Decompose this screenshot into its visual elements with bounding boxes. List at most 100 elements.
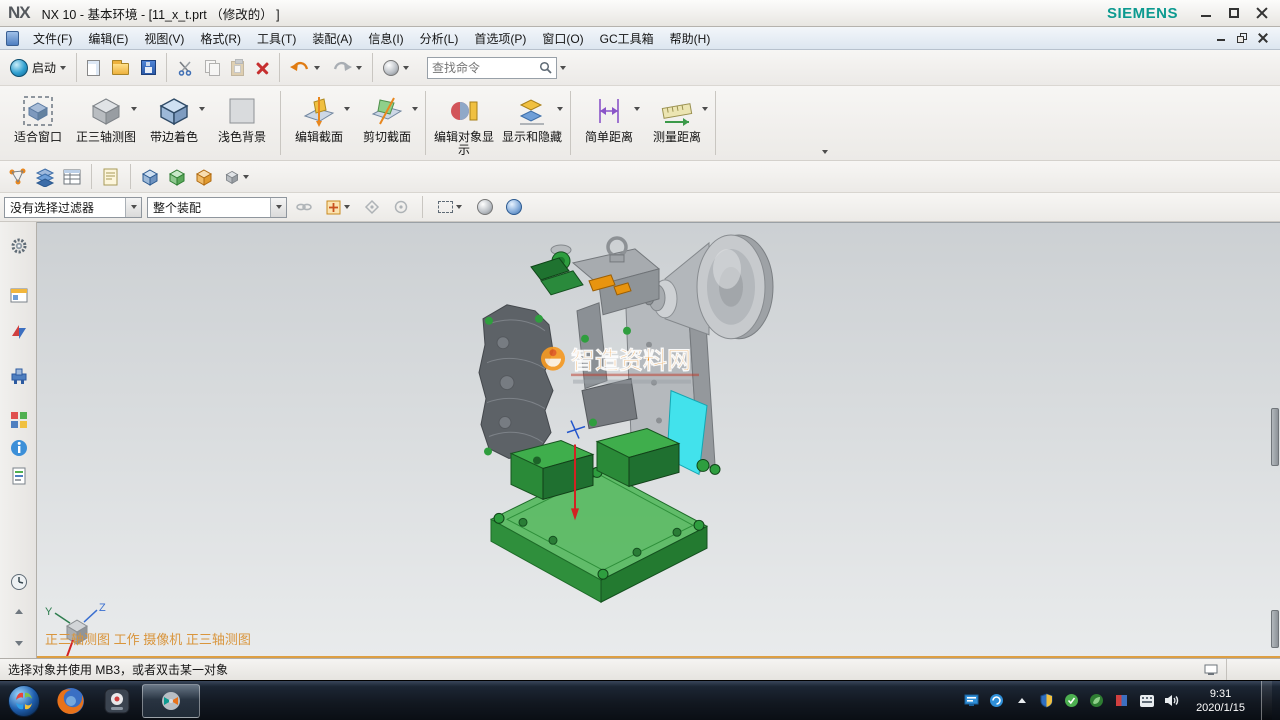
paste-button[interactable] [225,54,250,81]
nx-taskbar-button[interactable] [142,684,200,718]
redo-button[interactable] [326,54,368,81]
3d-model-canvas[interactable]: 智造资料网 Y Z [37,223,1280,656]
component-dropdown-button[interactable] [219,165,253,189]
taskbar-clock[interactable]: 9:31 2020/1/15 [1188,687,1253,715]
copy-button[interactable] [199,54,225,81]
web-browser-button[interactable] [7,436,30,459]
find-in-navigator-button[interactable] [292,195,316,219]
constraint-navigator-button[interactable] [7,320,30,343]
save-button[interactable] [135,54,162,81]
model-clamp-screw[interactable] [697,459,709,471]
volume-icon[interactable] [1163,692,1180,709]
menu-window[interactable]: 窗口(O) [534,27,591,50]
internet-explorer-button[interactable] [7,464,30,487]
antivirus-status-icon[interactable] [1063,692,1080,709]
measure-distance-button[interactable]: 测量距离 [643,88,711,158]
scroll-down-button[interactable] [7,632,30,655]
toolbar-options-icon[interactable] [822,150,828,154]
new-file-button[interactable] [81,54,106,81]
rectangle-select-button[interactable] [432,195,468,219]
child-close-icon[interactable] [1258,33,1268,43]
eco-green-icon[interactable] [1088,692,1105,709]
snap-endpoint-button[interactable] [389,195,413,219]
menu-file[interactable]: 文件(F) [25,27,80,50]
move-component-button[interactable] [138,165,162,189]
fit-window-button[interactable]: 适合窗口 [4,88,72,158]
assembly-navigator-button[interactable] [7,284,30,307]
search-input[interactable] [432,61,535,75]
light-background-button[interactable]: 浅色背景 [208,88,276,158]
menu-analysis[interactable]: 分析(L) [412,27,467,50]
sync-flag-icon[interactable] [1113,692,1130,709]
assembly-navigator-grid-button[interactable] [60,165,84,189]
highlight-shaded-button[interactable] [473,195,497,219]
snap-midpoint-button[interactable] [360,195,384,219]
open-button[interactable] [106,54,135,81]
edit-section-button[interactable]: 编辑截面 [285,88,353,158]
scroll-up-button[interactable] [7,600,30,623]
security-shield-icon[interactable] [1038,692,1055,709]
menu-preferences[interactable]: 首选项(P) [466,27,534,50]
input-method-icon[interactable] [1138,692,1155,709]
assemble-component-button[interactable] [165,165,189,189]
maximize-icon[interactable] [1228,7,1240,19]
cut-button[interactable] [171,54,199,81]
delete-button[interactable] [250,54,275,81]
child-minimize-icon[interactable] [1216,33,1226,43]
clock-time: 9:31 [1196,687,1245,701]
report-button[interactable] [99,165,123,189]
separator [279,53,280,82]
view-options-button[interactable] [377,54,415,81]
snap-point-button[interactable] [321,195,355,219]
scrollbar-thumb[interactable] [1271,610,1279,648]
assembly-constraints-button[interactable] [6,165,30,189]
model-engine-casting[interactable] [479,305,553,459]
hidden-icons-button[interactable] [1013,692,1030,709]
model-top-clamp[interactable] [531,238,659,315]
scrollbar-thumb[interactable] [1271,408,1279,466]
combo-drop-button[interactable] [125,198,141,217]
menu-view[interactable]: 视图(V) [136,27,192,50]
combo-drop-button[interactable] [270,198,286,217]
edit-object-display-button[interactable]: 编辑对象显示 [430,88,498,158]
separator [166,53,167,82]
history-palette-button[interactable] [7,570,30,593]
show-desktop-button[interactable] [1261,681,1272,720]
roles-button[interactable] [7,234,30,257]
menu-gc-toolbox[interactable]: GC工具箱 [592,27,662,50]
menu-tools[interactable]: 工具(T) [249,27,304,50]
undo-button[interactable] [284,54,326,81]
show-hide-button[interactable]: 显示和隐藏 [498,88,566,158]
shaded-with-edges-button[interactable]: 带边着色 [140,88,208,158]
search-box[interactable] [427,57,557,79]
child-restore-icon[interactable] [1237,33,1247,43]
part-navigator-button[interactable] [7,364,30,387]
graphics-viewport[interactable]: 智造资料网 Y Z 正三轴测图 工作 摄像机 正三轴测图 [37,222,1280,658]
tray-browser-icon[interactable] [988,692,1005,709]
menu-format[interactable]: 格式(R) [192,27,249,50]
close-icon[interactable] [1256,7,1268,19]
trimetric-view-button[interactable]: 正三轴测图 [72,88,140,158]
tray-app-icon[interactable] [963,692,980,709]
constraint-network-icon [8,167,28,187]
model-clamp-screw[interactable] [710,464,720,474]
menu-assemblies[interactable]: 装配(A) [304,27,360,50]
diamond-point-icon [364,199,380,215]
highlight-wireframe-button[interactable] [502,195,526,219]
start-orb-button[interactable] [2,682,46,720]
pinned-app-button[interactable] [96,684,138,718]
firefox-taskbar-button[interactable] [50,684,92,718]
selection-scope-combo[interactable]: 整个装配 [147,197,287,218]
layers-button[interactable] [33,165,57,189]
clip-section-button[interactable]: 剪切截面 [353,88,421,158]
window-grid-icon[interactable] [1204,664,1218,676]
pattern-component-button[interactable] [192,165,216,189]
start-menu-button[interactable]: 启动 [4,54,72,81]
minimize-icon[interactable] [1200,7,1212,19]
menu-edit[interactable]: 编辑(E) [80,27,136,50]
menu-information[interactable]: 信息(I) [360,27,411,50]
menu-help[interactable]: 帮助(H) [662,27,719,50]
selection-filter-combo[interactable]: 没有选择过滤器 [4,197,142,218]
reuse-library-button[interactable] [7,408,30,431]
simple-distance-button[interactable]: 简单距离 [575,88,643,158]
